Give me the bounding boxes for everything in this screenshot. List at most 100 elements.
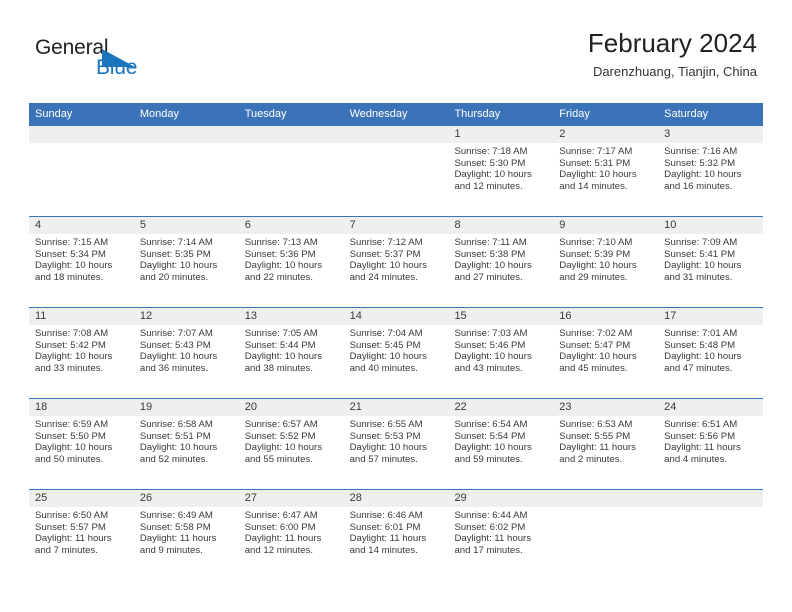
day-cell[interactable]: Sunrise: 7:13 AM Sunset: 5:36 PM Dayligh… bbox=[239, 234, 344, 307]
day-number[interactable]: 26 bbox=[134, 490, 239, 507]
day-cell[interactable]: Sunrise: 6:55 AM Sunset: 5:53 PM Dayligh… bbox=[344, 416, 449, 489]
daylight-text-cont: and 16 minutes. bbox=[664, 180, 733, 192]
day-number[interactable]: 22 bbox=[448, 399, 553, 416]
day-cell[interactable] bbox=[658, 507, 763, 580]
daylight-text-cont: and 38 minutes. bbox=[244, 362, 313, 374]
sunset-text: Sunset: 6:00 PM bbox=[244, 521, 316, 533]
daylight-text-cont: and 20 minutes. bbox=[139, 271, 209, 283]
week-date-strip: 18 19 20 21 22 23 24 bbox=[29, 399, 763, 416]
daylight-text-cont: and 57 minutes. bbox=[349, 453, 418, 465]
sunset-text: Sunset: 5:46 PM bbox=[454, 339, 526, 351]
day-number[interactable]: 16 bbox=[553, 308, 658, 325]
day-number[interactable]: 14 bbox=[344, 308, 449, 325]
day-number[interactable]: 25 bbox=[29, 490, 134, 507]
day-number[interactable]: 29 bbox=[448, 490, 553, 507]
day-number[interactable]: 19 bbox=[134, 399, 239, 416]
day-cell[interactable]: Sunrise: 6:47 AM Sunset: 6:00 PM Dayligh… bbox=[239, 507, 344, 580]
day-cell[interactable]: Sunrise: 7:02 AM Sunset: 5:47 PM Dayligh… bbox=[553, 325, 658, 398]
day-cell[interactable]: Sunrise: 6:44 AM Sunset: 6:02 PM Dayligh… bbox=[448, 507, 553, 580]
weekday-header-monday: Monday bbox=[139, 108, 179, 120]
day-cell[interactable]: Sunrise: 7:07 AM Sunset: 5:43 PM Dayligh… bbox=[134, 325, 239, 398]
day-cell[interactable]: Sunrise: 7:01 AM Sunset: 5:48 PM Dayligh… bbox=[658, 325, 763, 398]
masthead: General Blue February 2024 Darenzhuang, … bbox=[35, 28, 757, 94]
general-blue-logo[interactable]: General Blue bbox=[35, 36, 235, 88]
day-number[interactable]: 6 bbox=[239, 217, 344, 234]
day-cell[interactable] bbox=[134, 143, 239, 216]
day-number[interactable]: 9 bbox=[553, 217, 658, 234]
day-cell[interactable]: Sunrise: 6:50 AM Sunset: 5:57 PM Dayligh… bbox=[29, 507, 134, 580]
day-cell[interactable]: Sunrise: 7:12 AM Sunset: 5:37 PM Dayligh… bbox=[344, 234, 449, 307]
day-cell[interactable]: Sunrise: 7:09 AM Sunset: 5:41 PM Dayligh… bbox=[658, 234, 763, 307]
daylight-text-cont: and 14 minutes. bbox=[349, 544, 418, 556]
day-cell[interactable]: Sunrise: 6:57 AM Sunset: 5:52 PM Dayligh… bbox=[239, 416, 344, 489]
day-number[interactable]: 21 bbox=[344, 399, 449, 416]
day-cell[interactable]: Sunrise: 6:53 AM Sunset: 5:55 PM Dayligh… bbox=[553, 416, 658, 489]
day-number[interactable]: 1 bbox=[448, 126, 553, 143]
day-number[interactable]: 2 bbox=[553, 126, 658, 143]
day-number[interactable]: 17 bbox=[658, 308, 763, 325]
day-cell[interactable]: Sunrise: 6:59 AM Sunset: 5:50 PM Dayligh… bbox=[29, 416, 134, 489]
day-cell[interactable] bbox=[553, 507, 658, 580]
daylight-text-cont: and 18 minutes. bbox=[35, 271, 104, 283]
sunset-text: Sunset: 5:55 PM bbox=[559, 430, 631, 442]
day-cell[interactable]: Sunrise: 7:16 AM Sunset: 5:32 PM Dayligh… bbox=[658, 143, 763, 216]
week-date-strip: 4 5 6 7 8 9 10 bbox=[29, 217, 763, 234]
day-cell[interactable]: Sunrise: 7:08 AM Sunset: 5:42 PM Dayligh… bbox=[29, 325, 134, 398]
day-number[interactable]: 3 bbox=[658, 126, 763, 143]
daylight-text: Daylight: 10 hours bbox=[664, 351, 742, 363]
day-number[interactable]: 15 bbox=[448, 308, 553, 325]
day-number[interactable]: 27 bbox=[239, 490, 344, 507]
day-number[interactable] bbox=[134, 126, 239, 143]
day-number[interactable] bbox=[658, 490, 763, 507]
sunset-text: Sunset: 5:57 PM bbox=[35, 521, 106, 533]
day-cell[interactable]: Sunrise: 6:51 AM Sunset: 5:56 PM Dayligh… bbox=[658, 416, 763, 489]
day-cell[interactable] bbox=[29, 143, 134, 216]
day-cell[interactable]: Sunrise: 6:49 AM Sunset: 5:58 PM Dayligh… bbox=[134, 507, 239, 580]
day-number[interactable]: 7 bbox=[344, 217, 449, 234]
day-number[interactable]: 10 bbox=[658, 217, 763, 234]
sunset-text: Sunset: 5:35 PM bbox=[139, 248, 211, 260]
sunset-text: Sunset: 5:44 PM bbox=[244, 339, 316, 351]
day-cell[interactable]: Sunrise: 7:05 AM Sunset: 5:44 PM Dayligh… bbox=[239, 325, 344, 398]
weekday-header-sunday: Sunday bbox=[35, 108, 73, 120]
day-cell[interactable]: Sunrise: 6:46 AM Sunset: 6:01 PM Dayligh… bbox=[344, 507, 449, 580]
day-cell[interactable]: Sunrise: 7:03 AM Sunset: 5:46 PM Dayligh… bbox=[448, 325, 553, 398]
day-number[interactable]: 23 bbox=[553, 399, 658, 416]
sunrise-text: Sunrise: 7:10 AM bbox=[559, 237, 633, 248]
day-number[interactable]: 11 bbox=[29, 308, 134, 325]
day-number[interactable]: 18 bbox=[29, 399, 134, 416]
daylight-text: Daylight: 10 hours bbox=[35, 442, 113, 454]
day-number[interactable]: 13 bbox=[239, 308, 344, 325]
daylight-text-cont: and 55 minutes. bbox=[244, 453, 313, 465]
day-number[interactable]: 8 bbox=[448, 217, 553, 234]
day-number[interactable] bbox=[553, 490, 658, 507]
sunrise-text: Sunrise: 7:04 AM bbox=[349, 328, 423, 339]
sunset-text: Sunset: 5:54 PM bbox=[454, 430, 526, 442]
sunset-text: Sunset: 5:43 PM bbox=[139, 339, 211, 351]
day-cell[interactable]: Sunrise: 7:10 AM Sunset: 5:39 PM Dayligh… bbox=[553, 234, 658, 307]
sunset-text: Sunset: 5:42 PM bbox=[35, 339, 106, 351]
day-number[interactable]: 28 bbox=[344, 490, 449, 507]
day-cell[interactable]: Sunrise: 7:04 AM Sunset: 5:45 PM Dayligh… bbox=[344, 325, 449, 398]
day-number[interactable]: 4 bbox=[29, 217, 134, 234]
day-cell[interactable]: Sunrise: 6:58 AM Sunset: 5:51 PM Dayligh… bbox=[134, 416, 239, 489]
day-number[interactable]: 5 bbox=[134, 217, 239, 234]
day-cell[interactable] bbox=[344, 143, 449, 216]
day-cell[interactable]: Sunrise: 7:14 AM Sunset: 5:35 PM Dayligh… bbox=[134, 234, 239, 307]
day-cell[interactable]: Sunrise: 7:18 AM Sunset: 5:30 PM Dayligh… bbox=[448, 143, 553, 216]
sunrise-text: Sunrise: 6:49 AM bbox=[139, 510, 213, 521]
day-number[interactable] bbox=[29, 126, 134, 143]
day-number[interactable]: 24 bbox=[658, 399, 763, 416]
day-number[interactable]: 12 bbox=[134, 308, 239, 325]
day-cell[interactable]: Sunrise: 6:54 AM Sunset: 5:54 PM Dayligh… bbox=[448, 416, 553, 489]
day-cell[interactable]: Sunrise: 7:15 AM Sunset: 5:34 PM Dayligh… bbox=[29, 234, 134, 307]
day-cell[interactable] bbox=[239, 143, 344, 216]
day-cell[interactable]: Sunrise: 7:17 AM Sunset: 5:31 PM Dayligh… bbox=[553, 143, 658, 216]
sunrise-text: Sunrise: 7:08 AM bbox=[35, 328, 109, 339]
day-number[interactable] bbox=[344, 126, 449, 143]
day-number[interactable] bbox=[239, 126, 344, 143]
daylight-text-cont: and 7 minutes. bbox=[35, 544, 98, 556]
day-cell[interactable]: Sunrise: 7:11 AM Sunset: 5:38 PM Dayligh… bbox=[448, 234, 553, 307]
daylight-text: Daylight: 10 hours bbox=[349, 351, 427, 363]
day-number[interactable]: 20 bbox=[239, 399, 344, 416]
